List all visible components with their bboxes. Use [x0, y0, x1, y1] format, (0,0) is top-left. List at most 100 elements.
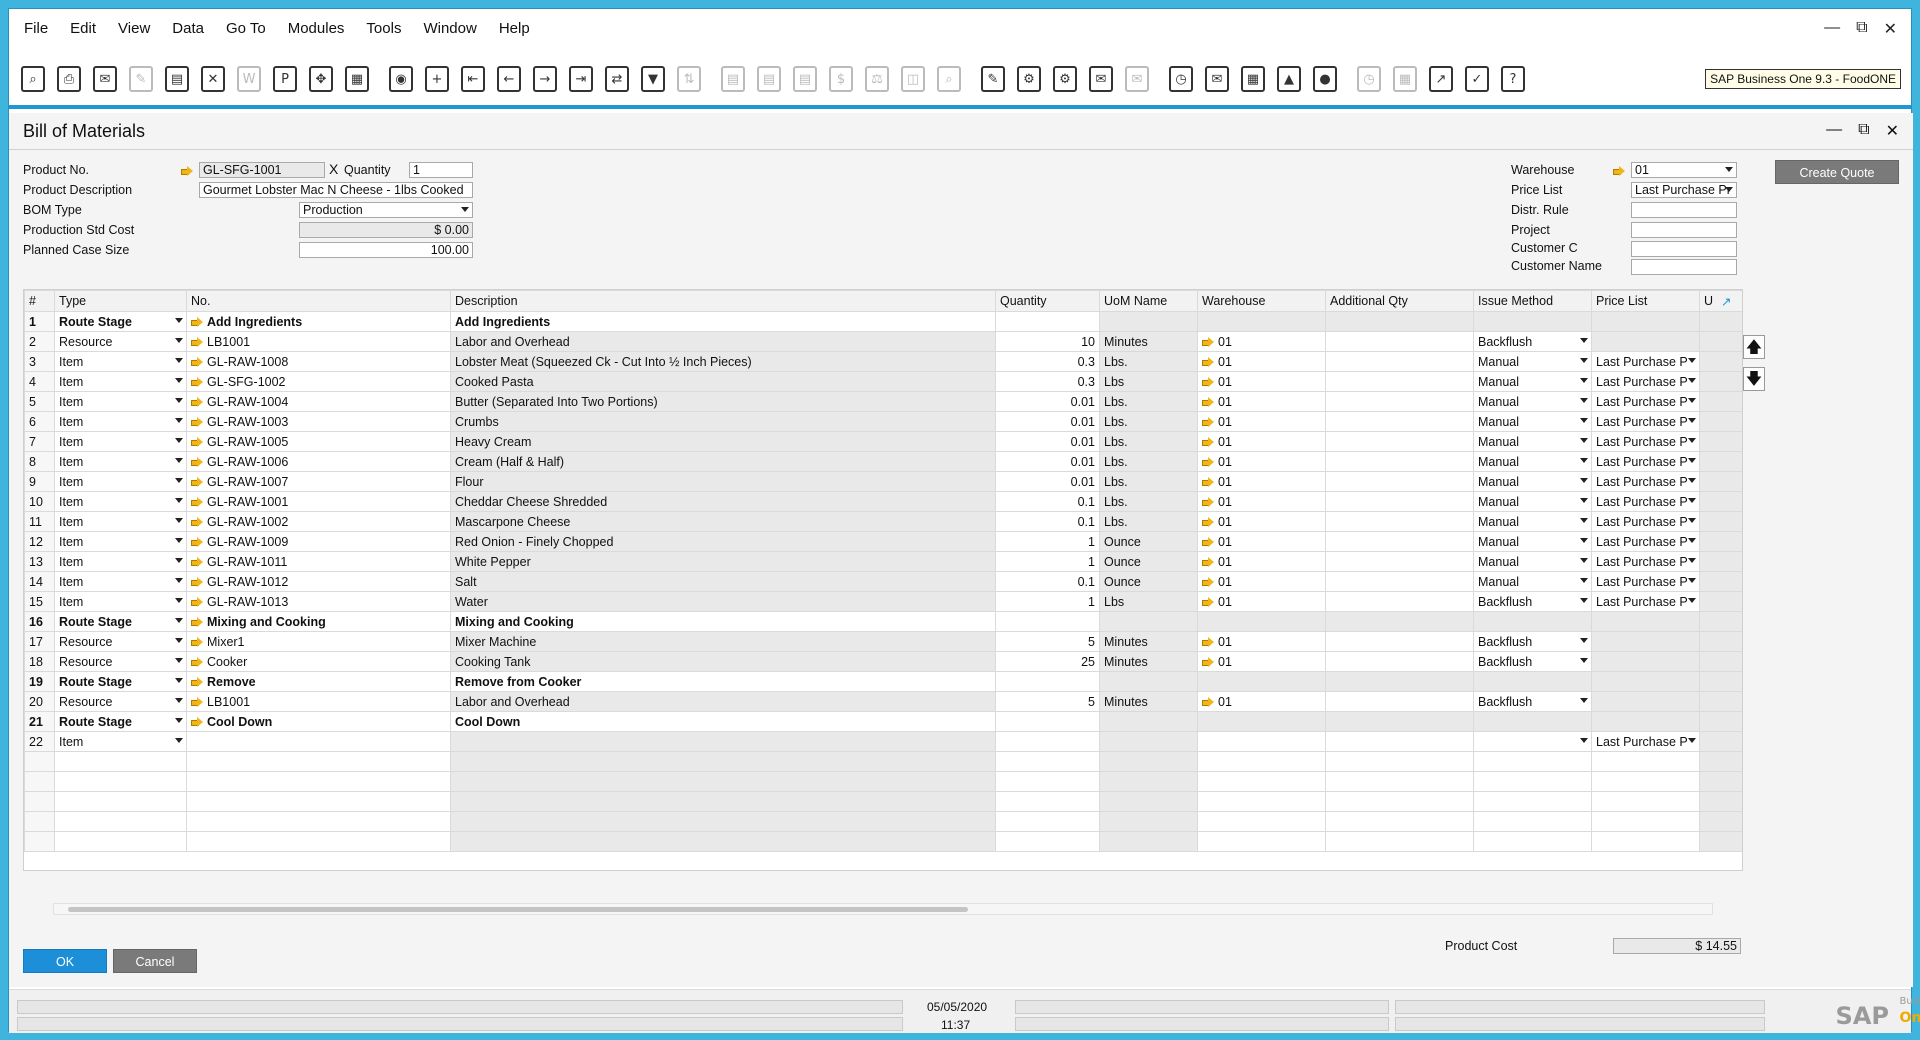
chevron-down-icon[interactable]: [1688, 598, 1696, 603]
table-row[interactable]: 12 Item GL-RAW-1009 Red Onion - Finely Chop…: [24, 531, 1742, 552]
cell-row-number[interactable]: 16: [24, 611, 55, 632]
cell-row-number[interactable]: 15: [24, 591, 55, 612]
link-arrow-icon[interactable]: [191, 337, 203, 348]
cell-no[interactable]: [186, 731, 451, 752]
col-header-price-list[interactable]: Price List: [1591, 290, 1700, 312]
cell-row-number[interactable]: 21: [24, 711, 55, 732]
move-icon[interactable]: ✥: [309, 66, 333, 92]
table-row[interactable]: 14 Item GL-RAW-1012 Salt 0.1 Ounce 01 Manual Las…: [24, 571, 1742, 592]
cell-quantity[interactable]: 0.3: [995, 351, 1100, 372]
fax-icon[interactable]: ▤: [165, 66, 189, 92]
cell-no[interactable]: Mixer1: [186, 631, 451, 652]
cell-u[interactable]: [1699, 491, 1742, 512]
cell-row-number[interactable]: 9: [24, 471, 55, 492]
cell-price-list[interactable]: Last Purchase P: [1591, 531, 1700, 552]
pdf-icon[interactable]: P: [273, 66, 297, 92]
cell-price-list[interactable]: [1591, 631, 1700, 652]
cell-description[interactable]: Mixing and Cooking: [450, 611, 996, 632]
cell-warehouse[interactable]: 01: [1197, 431, 1326, 452]
menu-edit[interactable]: Edit: [70, 20, 96, 37]
chevron-down-icon[interactable]: [1688, 518, 1696, 523]
table-row[interactable]: 15 Item GL-RAW-1013 Water 1 Lbs 01 Backflush Las…: [24, 591, 1742, 612]
link-arrow-icon[interactable]: [191, 357, 203, 368]
link-arrow-icon[interactable]: [1202, 637, 1214, 648]
cell-uom-name[interactable]: [1099, 751, 1198, 772]
cell-description[interactable]: [450, 751, 996, 772]
cell-no[interactable]: GL-RAW-1002: [186, 511, 451, 532]
cell-price-list[interactable]: [1591, 771, 1700, 792]
cell-description[interactable]: White Pepper: [450, 551, 996, 572]
cell-additional-qty[interactable]: [1325, 691, 1474, 712]
chevron-down-icon[interactable]: [1688, 498, 1696, 503]
cell-type[interactable]: [54, 811, 187, 832]
cell-description[interactable]: [450, 771, 996, 792]
cell-additional-qty[interactable]: [1325, 311, 1474, 332]
chevron-down-icon[interactable]: [1580, 598, 1588, 603]
cell-type[interactable]: Item: [54, 371, 187, 392]
filter-icon[interactable]: ▼: [641, 66, 665, 92]
cell-row-number[interactable]: 18: [24, 651, 55, 672]
link-arrow-icon[interactable]: [191, 597, 203, 608]
cell-quantity[interactable]: 1: [995, 591, 1100, 612]
cell-row-number[interactable]: 10: [24, 491, 55, 512]
cell-uom-name[interactable]: [1099, 791, 1198, 812]
cell-no[interactable]: [186, 831, 451, 852]
chevron-down-icon[interactable]: [1688, 538, 1696, 543]
col-header-additional-qty[interactable]: Additional Qty: [1325, 290, 1474, 312]
chevron-down-icon[interactable]: [175, 338, 183, 343]
journal-icon[interactable]: ▤: [793, 66, 817, 92]
minimize-icon[interactable]: —: [1824, 19, 1840, 39]
cell-row-number[interactable]: 8: [24, 451, 55, 472]
cell-no[interactable]: GL-SFG-1002: [186, 371, 451, 392]
chevron-down-icon[interactable]: [175, 398, 183, 403]
cell-warehouse[interactable]: [1197, 731, 1326, 752]
cell-no[interactable]: LB1001: [186, 691, 451, 712]
cell-uom-name[interactable]: Minutes: [1099, 691, 1198, 712]
cell-u[interactable]: [1699, 731, 1742, 752]
cell-uom-name[interactable]: [1099, 811, 1198, 832]
cell-uom-name[interactable]: Minutes: [1099, 331, 1198, 352]
cell-u[interactable]: [1699, 611, 1742, 632]
chevron-down-icon[interactable]: [175, 458, 183, 463]
cell-u[interactable]: [1699, 311, 1742, 332]
time-icon[interactable]: ◷: [1357, 66, 1381, 92]
cell-row-number[interactable]: 2: [24, 331, 55, 352]
cell-u[interactable]: [1699, 531, 1742, 552]
excel-icon[interactable]: ✕: [201, 66, 225, 92]
cell-quantity[interactable]: [995, 831, 1100, 852]
table-row[interactable]: 20 Resource LB1001 Labor and Overhead 5 Minut…: [24, 691, 1742, 712]
cell-uom-name[interactable]: Minutes: [1099, 651, 1198, 672]
cell-additional-qty[interactable]: [1325, 711, 1474, 732]
link-arrow-icon[interactable]: [191, 457, 203, 468]
cell-uom-name[interactable]: [1099, 311, 1198, 332]
cell-additional-qty[interactable]: [1325, 811, 1474, 832]
menu-data[interactable]: Data: [172, 20, 204, 37]
cell-additional-qty[interactable]: [1325, 351, 1474, 372]
menu-tools[interactable]: Tools: [366, 20, 401, 37]
table-row[interactable]: 1 Route Stage Add Ingredients Add Ingredien…: [24, 311, 1742, 332]
cell-u[interactable]: [1699, 691, 1742, 712]
cell-price-list[interactable]: [1591, 611, 1700, 632]
chevron-down-icon[interactable]: [175, 738, 183, 743]
cell-warehouse[interactable]: 01: [1197, 691, 1326, 712]
cell-u[interactable]: [1699, 451, 1742, 472]
chevron-down-icon[interactable]: [1580, 698, 1588, 703]
cell-price-list[interactable]: [1591, 331, 1700, 352]
cell-u[interactable]: [1699, 551, 1742, 572]
chevron-down-icon[interactable]: [1688, 358, 1696, 363]
cell-price-list[interactable]: [1591, 311, 1700, 332]
chevron-down-icon[interactable]: [175, 438, 183, 443]
close-icon[interactable]: ✕: [1884, 19, 1897, 39]
cell-no[interactable]: GL-RAW-1006: [186, 451, 451, 472]
cell-u[interactable]: [1699, 571, 1742, 592]
chevron-down-icon[interactable]: [1580, 418, 1588, 423]
cell-additional-qty[interactable]: [1325, 531, 1474, 552]
cell-additional-qty[interactable]: [1325, 651, 1474, 672]
cell-price-list[interactable]: Last Purchase P: [1591, 451, 1700, 472]
price-list-select[interactable]: Last Purchase Pr: [1631, 182, 1737, 198]
cell-description[interactable]: [450, 811, 996, 832]
col-header-description[interactable]: Description: [450, 290, 996, 312]
cell-price-list[interactable]: Last Purchase P: [1591, 351, 1700, 372]
menu-file[interactable]: File: [24, 20, 48, 37]
chevron-down-icon[interactable]: [175, 498, 183, 503]
